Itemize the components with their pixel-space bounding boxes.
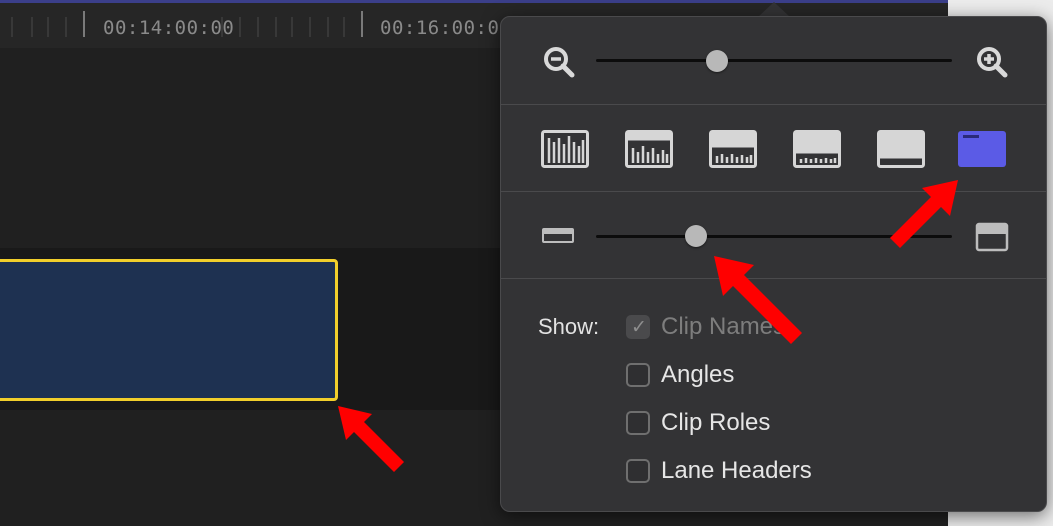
zoom-slider-knob[interactable] — [706, 50, 729, 72]
clip-height-large-icon[interactable] — [975, 222, 1009, 252]
angles-label[interactable]: Angles — [661, 361, 734, 389]
zoom-slider[interactable] — [596, 59, 952, 62]
annotation-arrow — [338, 406, 404, 472]
clip-label-only-icon[interactable] — [957, 130, 1007, 168]
timecode-label: 00:16:00:00 — [380, 17, 512, 39]
lane-headers-option[interactable]: Lane Headers — [626, 456, 812, 486]
zoom-out-icon[interactable] — [542, 45, 576, 79]
popover-caret — [758, 2, 790, 17]
show-label: Show: — [538, 314, 600, 339]
checkmark-icon: ✓ — [631, 317, 647, 338]
angles-checkbox[interactable] — [626, 363, 650, 387]
waveform-filmstrip-icon[interactable] — [625, 130, 673, 168]
waveform-filmstrip-equal-icon[interactable] — [709, 130, 757, 168]
zoom-in-icon[interactable] — [975, 45, 1009, 79]
clip-height-slider-knob[interactable] — [684, 225, 707, 247]
clip-height-small-icon[interactable] — [542, 227, 574, 245]
selected-clip[interactable] — [0, 259, 338, 401]
clip-roles-option[interactable]: Clip Roles — [626, 408, 770, 438]
annotation-arrow — [890, 180, 958, 248]
filmstrip-only-icon[interactable] — [877, 130, 925, 168]
timecode-label: 00:14:00:00 — [103, 17, 235, 39]
clip-names-checkbox: ✓ — [626, 315, 650, 339]
divider — [501, 104, 1046, 105]
filmstrip-small-waveform-icon[interactable] — [793, 130, 841, 168]
lane-headers-label[interactable]: Lane Headers — [661, 457, 812, 485]
divider — [501, 191, 1046, 192]
angles-option[interactable]: Angles — [626, 360, 734, 390]
waveform-large-icon[interactable] — [541, 130, 589, 168]
clip-roles-label[interactable]: Clip Roles — [661, 409, 770, 437]
annotation-arrow — [714, 256, 802, 344]
clip-roles-checkbox[interactable] — [626, 411, 650, 435]
lane-headers-checkbox[interactable] — [626, 459, 650, 483]
